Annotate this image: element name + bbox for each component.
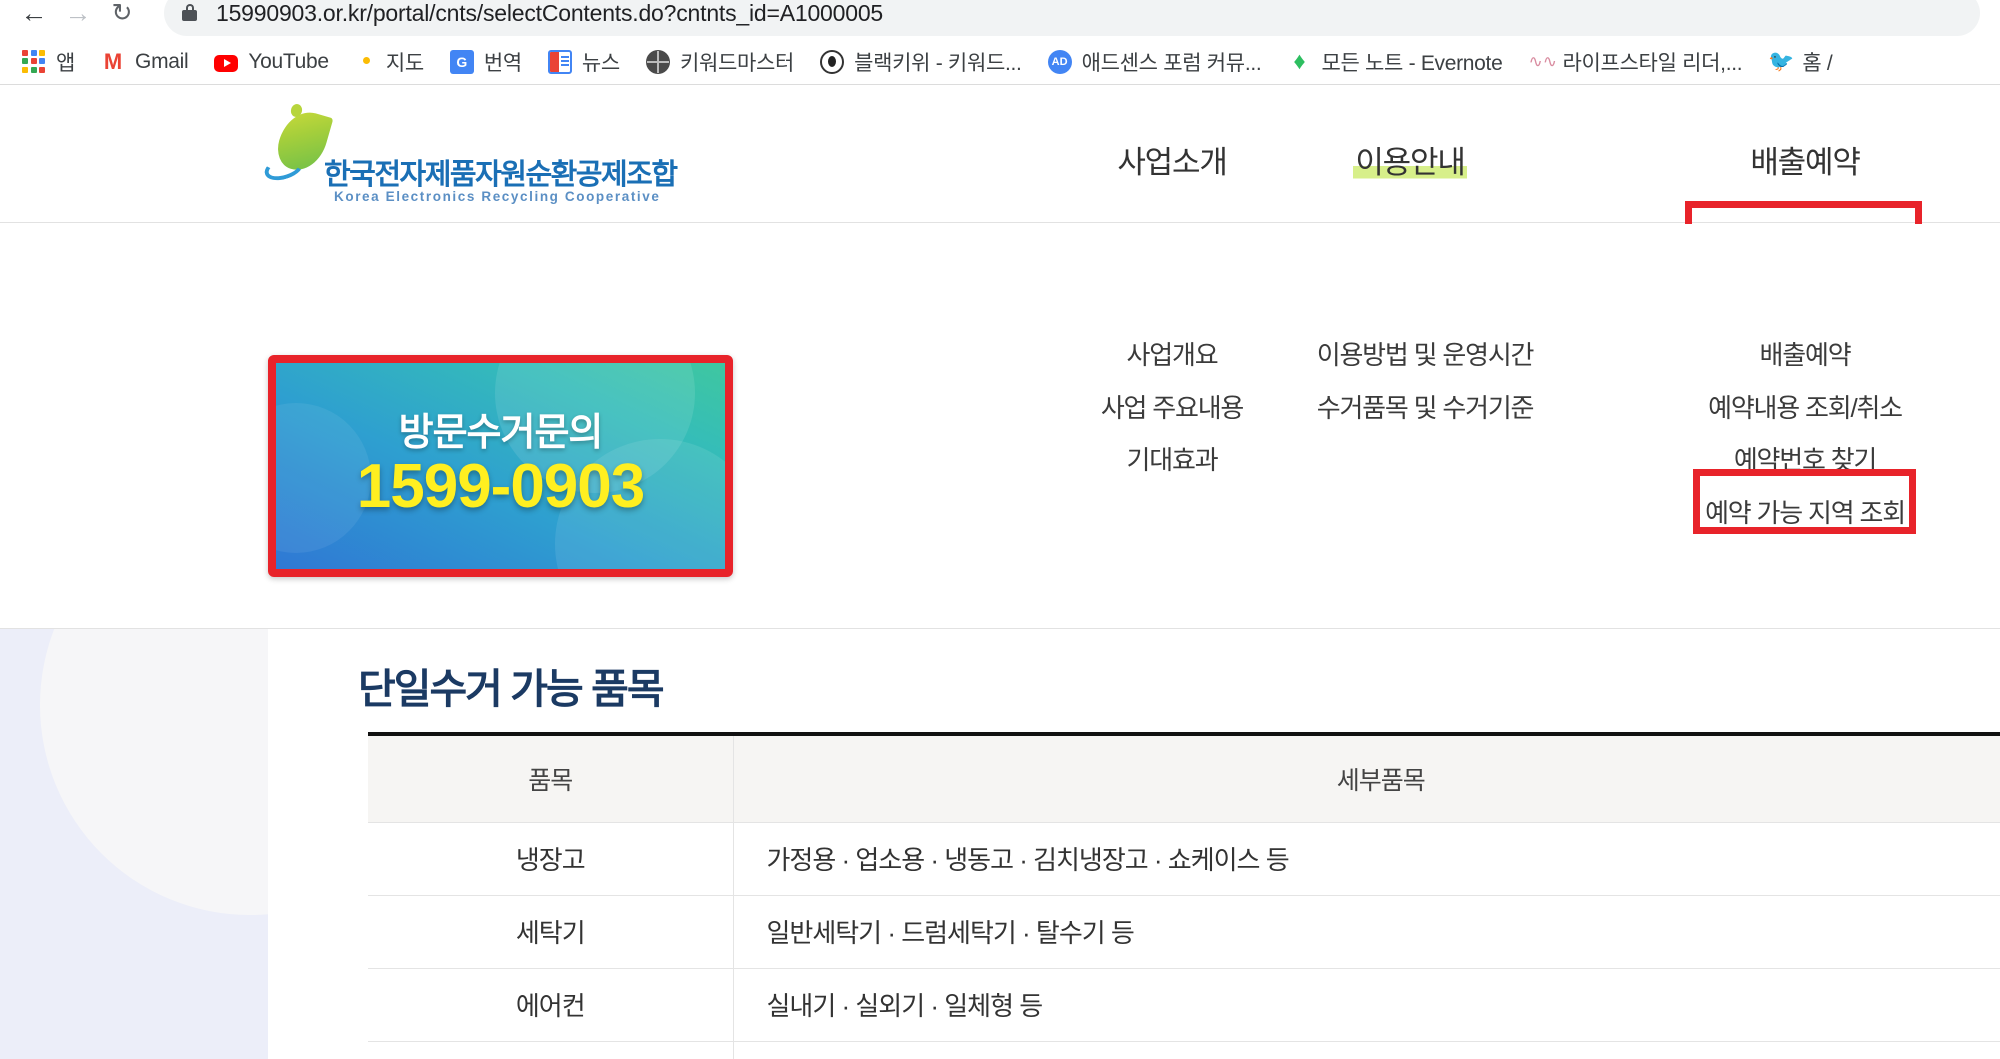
url-text: 15990903.or.kr/portal/cnts/selectContent… [216,0,884,26]
bookmark-twitter-home[interactable]: 🐦 홈 / [1768,47,1832,77]
bookmark-label: 지도 [385,51,424,75]
news-icon [547,49,572,74]
submenu-item-discharge-reservation[interactable]: 배출예약 [1760,341,1852,370]
omnibox-row: ← → ↻ 15990903.or.kr/portal/cnts/selectC… [0,0,2000,36]
mega-menu-panel: 방문수거문의 1599-0903 사업개요 사업 주요내용 기대효과 이용방법 … [0,224,2000,629]
site-header: 한국전자제품자원순환공제조합 Korea Electronics Recycli… [0,85,2000,276]
submenu-item-business-main-content[interactable]: 사업 주요내용 [1101,393,1245,423]
bookmark-label: YouTube [248,49,329,73]
bookmark-apps[interactable]: 앱 [22,47,75,77]
bookmark-label: 뉴스 [581,51,620,75]
bookmark-label: 애드센스 포럼 커뮤... [1081,51,1262,75]
bookmark-label: 모든 노트 - Evernote [1321,51,1503,75]
reload-button[interactable]: ↻ [100,0,144,35]
column-header-item: 품목 [368,732,734,823]
cell-detail: 실내기 · 실외기 · 일체형 등 [733,968,2000,1042]
page-viewport: 한국전자제품자원순환공제조합 Korea Electronics Recycli… [0,85,2000,1059]
submenu-column-usage-guide: 이용방법 및 운영시간 수거품목 및 수거기준 [1295,341,1555,422]
table-row: 에어컨 실내기 · 실외기 · 일체형 등 [368,968,2000,1042]
forward-button[interactable]: → [56,0,100,35]
top-navigation: 사업소개 이용안내 배출예약 [0,85,2000,276]
promo-title: 방문수거문의 [398,412,604,454]
bookmark-evernote[interactable]: ♦ 모든 노트 - Evernote [1287,47,1502,77]
bookmark-maps[interactable]: 지도 [355,47,424,77]
squiggle-icon: ∿∿ [1528,51,1557,71]
browser-chrome: ← → ↻ 15990903.or.kr/portal/cnts/selectC… [0,0,2000,85]
apps-grid-icon [22,49,46,74]
annotation-box-submenu-discharge-reservation [1693,469,1916,534]
submenu-item-reservation-lookup-cancel[interactable]: 예약내용 조회/취소 [1708,393,1903,423]
cell-detail: 일반세탁기 · 드럼세탁기 · 탈수기 등 [733,895,2000,969]
bookmark-label: 키워드마스터 [679,51,795,75]
twitter-icon: 🐦 [1768,49,1795,73]
adsense-icon: AD [1047,49,1072,74]
cell-detail: CRT · LCD · LED · 프로젝션 [733,1041,2000,1059]
submenu-item-expected-effects[interactable]: 기대효과 [1127,446,1219,475]
page-title: 단일수거 가능 품목 [358,666,665,712]
cell-detail: 가정용 · 업소용 · 냉동고 · 김치냉장고 · 쇼케이스 등 [733,822,2000,896]
nav-label: 배출예약 [1750,145,1860,180]
bookmark-label: 번역 [483,51,522,75]
bookmark-label: 블랙키위 - 키워드... [854,51,1022,75]
bookmark-blackkiwi[interactable]: 블랙키위 - 키워드... [820,47,1022,77]
nav-label: 이용안내 [1353,145,1467,180]
nav-item-usage-guide[interactable]: 이용안내 [1310,137,1510,182]
left-decorative-panel [0,555,268,1059]
bookmark-label: 홈 / [1802,51,1833,75]
table-row: 냉장고 가정용 · 업소용 · 냉동고 · 김치냉장고 · 쇼케이스 등 [368,822,2000,896]
cell-item: TV [368,1041,734,1059]
bookmark-label: Gmail [135,49,189,73]
cell-item: 세탁기 [368,895,734,969]
promo-banner-visit-collection[interactable]: 방문수거문의 1599-0903 [268,355,733,577]
table-row: TV CRT · LCD · LED · 프로젝션 [368,1041,2000,1059]
bookmark-gmail[interactable]: M Gmail [101,48,189,74]
cell-item: 냉장고 [368,822,734,896]
bookmark-adsense[interactable]: AD 애드센스 포럼 커뮤... [1047,47,1262,77]
submenu-column-business-intro: 사업개요 사업 주요내용 기대효과 [1072,341,1272,475]
cell-item: 에어컨 [368,968,734,1042]
bookmark-news[interactable]: 뉴스 [547,47,620,77]
nav-item-business-intro[interactable]: 사업소개 [1072,137,1272,182]
promo-phone-number: 1599-0903 [356,452,646,521]
lock-icon [182,3,198,23]
submenu-item-collection-items-criteria[interactable]: 수거품목 및 수거기준 [1317,393,1535,423]
address-bar[interactable]: 15990903.or.kr/portal/cnts/selectContent… [164,0,1980,36]
nav-item-discharge-reservation[interactable]: 배출예약 [1690,137,1920,182]
single-collection-items-table: 품목 세부품목 냉장고 가정용 · 업소용 · 냉동고 · 김치냉장고 · 쇼케… [368,732,2000,1059]
gmail-icon: M [103,48,123,74]
bookmark-keywordmaster[interactable]: 키워드마스터 [645,47,795,77]
submenu-item-usage-method-hours[interactable]: 이용방법 및 운영시간 [1317,341,1535,370]
bookmark-label: 앱 [56,51,76,75]
maps-pin-icon [357,50,376,74]
table-header-row: 품목 세부품목 [368,732,2000,823]
table-header: 품목 세부품목 [368,732,2000,823]
youtube-icon [214,54,239,72]
bookmark-label: 라이프스타일 리더,... [1562,51,1743,75]
eye-icon [820,49,845,74]
bookmarks-bar: 앱 M Gmail YouTube 지도 G 번역 뉴스 키워드마스터 블랙키위… [0,38,2000,85]
table-row: 세탁기 일반세탁기 · 드럼세탁기 · 탈수기 등 [368,895,2000,969]
evernote-icon: ♦ [1293,47,1306,75]
submenu-item-business-overview[interactable]: 사업개요 [1127,341,1219,370]
bookmark-translate[interactable]: G 번역 [449,47,522,77]
translate-icon: G [449,49,474,74]
bookmark-youtube[interactable]: YouTube [214,49,329,74]
column-header-detail: 세부품목 [733,732,2000,823]
back-button[interactable]: ← [12,0,56,35]
table-body: 냉장고 가정용 · 업소용 · 냉동고 · 김치냉장고 · 쇼케이스 등 세탁기… [368,822,2000,1059]
globe-icon [645,49,670,74]
nav-label: 사업소개 [1117,145,1227,180]
bookmark-lifestyle[interactable]: ∿∿ 라이프스타일 리더,... [1528,47,1742,77]
